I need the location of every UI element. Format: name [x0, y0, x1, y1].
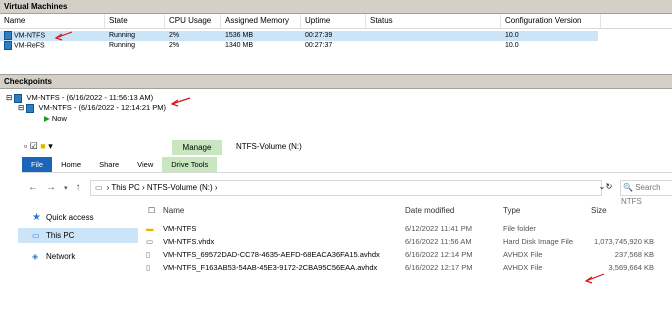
annotation-arrow-vm — [54, 31, 73, 41]
annotation-arrow-checkpoint — [170, 97, 191, 107]
annotation-arrow-size — [584, 273, 605, 284]
annotation-arrows — [54, 31, 605, 284]
